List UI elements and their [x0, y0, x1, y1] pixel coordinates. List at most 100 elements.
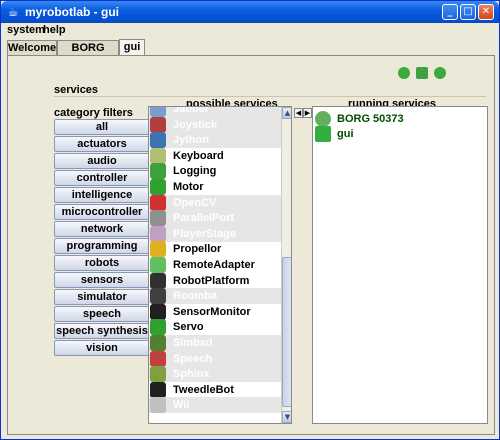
robotplatform-icon — [150, 272, 166, 289]
possible-service-label: OpenCV — [173, 196, 217, 209]
parallelport-icon — [150, 210, 166, 227]
minimize-button[interactable]: _ — [442, 4, 458, 20]
possible-service-label: Simbad — [173, 337, 213, 349]
possible-service-row[interactable]: Wii — [149, 397, 281, 414]
possible-service-label: PlayerStage — [173, 227, 236, 240]
category-network[interactable]: network — [54, 221, 150, 237]
propellor-icon — [150, 241, 166, 258]
running-service-row[interactable]: gui — [315, 126, 485, 142]
possible-service-row[interactable]: OpenCV — [149, 194, 281, 211]
gui-tab-panel: services category filters all actuators … — [7, 55, 495, 435]
possible-service-label: Speech — [173, 352, 213, 365]
possible-service-row[interactable]: RobotPlatform — [149, 272, 281, 289]
scroll-up-button[interactable]: ▲ — [282, 107, 291, 119]
possible-service-label: Sphinx — [173, 368, 210, 381]
tab-borg[interactable]: BORG 50373 — [57, 40, 119, 68]
remoteadapter-icon — [150, 257, 166, 273]
possible-service-label: Jython — [173, 134, 210, 147]
add-service-arrow[interactable]: ▶ — [303, 108, 312, 118]
running-service-row[interactable]: BORG 50373 — [315, 111, 485, 127]
possible-service-row[interactable]: Jabber — [149, 106, 281, 117]
sphinx-icon — [150, 366, 166, 383]
possible-services-list: Jabber Joystick Jython Keyboard Logging Motor… — [148, 106, 292, 424]
possible-service-row[interactable]: ParallelPort — [149, 210, 281, 227]
category-intelligence[interactable]: intelligence — [54, 187, 150, 203]
motor-icon — [150, 179, 166, 195]
possible-service-row[interactable]: Logging — [149, 163, 281, 180]
possible-service-row[interactable]: Joystick — [149, 116, 281, 133]
category-sensors[interactable]: sensors — [54, 272, 150, 288]
refresh-icon[interactable] — [398, 67, 410, 79]
jabber-icon — [150, 107, 166, 117]
joystick-icon — [150, 116, 166, 133]
category-speech-recognition[interactable]: speech recognition — [54, 306, 150, 334]
simbad-icon — [150, 335, 166, 351]
category-speech-synthesis[interactable]: speech synthesis — [54, 323, 150, 339]
possible-service-label: Jabber — [173, 106, 210, 115]
possible-service-label: RobotPlatform — [173, 274, 250, 287]
category-vision[interactable]: vision — [54, 340, 150, 356]
running-service-label: BORG 50373 — [337, 113, 404, 125]
servo-icon — [150, 319, 166, 336]
services-label: services — [54, 84, 99, 96]
connect-icon[interactable] — [416, 67, 428, 79]
tab-welcome[interactable]: Welcome — [7, 40, 57, 56]
category-actuators[interactable]: actuators — [54, 136, 150, 152]
remove-service-arrow[interactable]: ◀ — [294, 108, 303, 118]
menu-system[interactable]: system — [7, 24, 45, 36]
playerstage-icon — [150, 225, 166, 242]
category-controller[interactable]: controller — [54, 170, 150, 186]
sensormonitor-icon — [150, 303, 166, 320]
possible-service-row[interactable]: Propellor — [149, 241, 281, 258]
possible-service-row[interactable]: TweedleBot — [149, 381, 281, 398]
window-title: myrobotlab - gui — [25, 5, 119, 19]
possible-service-label: Joystick — [173, 118, 218, 131]
tab-gui[interactable]: gui — [119, 39, 145, 56]
possible-service-label: Roomba — [173, 290, 217, 303]
possible-service-row[interactable]: PlayerStage — [149, 225, 281, 242]
gui-icon — [315, 126, 331, 142]
possible-service-row[interactable]: Speech — [149, 350, 281, 367]
roomba-icon — [150, 288, 166, 305]
menu-help[interactable]: help — [43, 24, 66, 36]
scroll-thumb[interactable] — [282, 257, 291, 407]
possible-service-label: Wii — [173, 399, 190, 412]
possible-service-row[interactable]: Jython — [149, 132, 281, 149]
speech-icon — [150, 350, 166, 367]
possible-service-label: Motor — [173, 181, 204, 193]
keyboard-icon — [150, 147, 166, 164]
help-icon[interactable] — [434, 67, 446, 79]
possible-service-row[interactable]: Roomba — [149, 288, 281, 305]
possible-service-row[interactable]: Simbad — [149, 335, 281, 351]
maximize-button[interactable]: □ — [460, 4, 476, 20]
category-all[interactable]: all — [54, 119, 150, 135]
possible-service-label: TweedleBot — [173, 383, 234, 396]
possible-service-label: Propellor — [173, 243, 222, 256]
opencv-icon — [150, 194, 166, 211]
close-button[interactable]: ✕ — [478, 4, 494, 20]
wii-icon — [150, 397, 166, 414]
category-simulator[interactable]: simulator — [54, 289, 150, 305]
possible-service-row[interactable]: Sphinx — [149, 366, 281, 383]
scroll-down-button[interactable]: ▼ — [282, 411, 291, 423]
java-app-icon: ☕ — [7, 5, 19, 19]
python-icon — [150, 132, 166, 149]
possible-service-row[interactable]: RemoteAdapter — [149, 257, 281, 273]
category-programming[interactable]: programming — [54, 238, 150, 254]
services-divider — [54, 96, 486, 97]
possible-service-row[interactable]: Keyboard — [149, 147, 281, 164]
possible-service-label: ParallelPort — [173, 212, 235, 225]
possible-services-scrollbar[interactable]: ▲ ▼ — [281, 107, 291, 423]
app-window: ☕ myrobotlab - gui _ □ ✕ system help Wel… — [0, 0, 500, 440]
category-robots[interactable]: robots — [54, 255, 150, 271]
title-bar[interactable]: ☕ myrobotlab - gui _ □ ✕ — [1, 1, 499, 23]
borg-icon — [315, 111, 331, 127]
category-audio[interactable]: audio — [54, 153, 150, 169]
possible-service-row[interactable]: Motor — [149, 179, 281, 195]
category-microcontroller[interactable]: microcontroller — [54, 204, 150, 220]
possible-service-label: SensorMonitor — [173, 305, 251, 318]
possible-service-row[interactable]: Servo — [149, 319, 281, 336]
running-service-label: gui — [337, 128, 354, 140]
possible-service-row[interactable]: SensorMonitor — [149, 303, 281, 320]
possible-service-label: Logging — [173, 165, 217, 178]
